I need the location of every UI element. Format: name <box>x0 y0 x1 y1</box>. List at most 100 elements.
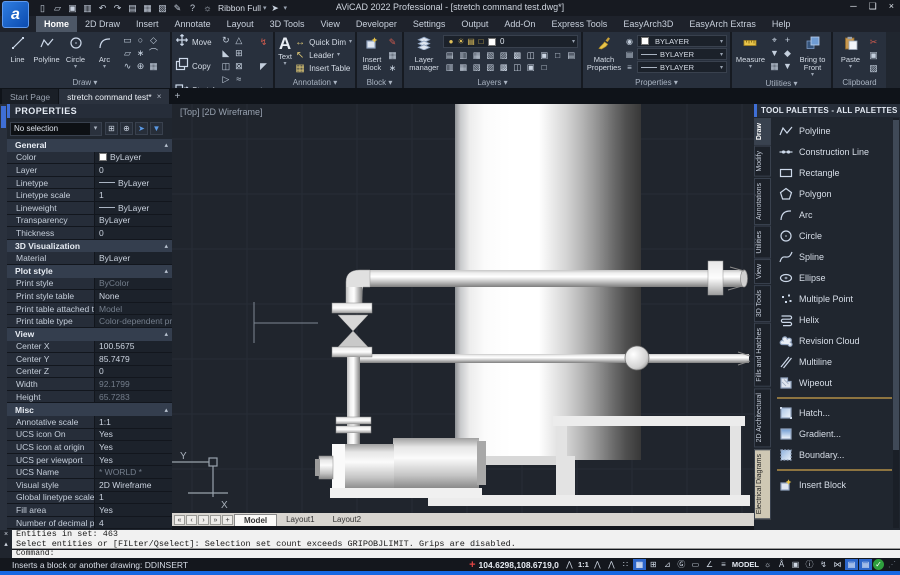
insert-block-button[interactable]: Insert Block <box>360 34 384 77</box>
ribbon-mode-switch[interactable]: Ribbon Full <box>218 3 261 13</box>
menu-tab[interactable]: Add-On <box>496 16 543 32</box>
ribbon-tool-button[interactable]: Polyline <box>32 34 61 77</box>
palette-tool[interactable]: Arc <box>775 204 900 225</box>
menu-tab[interactable]: Settings <box>405 16 454 32</box>
lineweight-display-icon[interactable]: ≡ <box>717 559 730 570</box>
property-row[interactable]: Print table type Color-dependent prin... <box>7 315 172 328</box>
maximize-button[interactable]: ❑ <box>869 1 877 12</box>
utility-tool-icon[interactable]: ⌖ <box>768 34 781 47</box>
palette-tool[interactable]: Construction Line <box>775 141 900 162</box>
block-side-tool-icon[interactable]: ▦ <box>386 49 399 62</box>
utility-tool-icon[interactable]: ▼ <box>768 47 781 60</box>
property-value[interactable]: 1 <box>95 189 172 201</box>
property-row[interactable]: Lineweight ByLayer <box>7 202 172 215</box>
property-value[interactable]: Yes <box>95 429 172 441</box>
property-row[interactable]: Print style ByColor <box>7 278 172 291</box>
expand-command-icon[interactable]: ▴ <box>4 540 8 548</box>
layer-tool-icon[interactable]: □ <box>538 61 552 73</box>
flyout-arrow-icon[interactable]: ▾ <box>284 62 287 67</box>
panel-label-draw[interactable]: Draw ▾ <box>0 77 170 88</box>
palette-tool[interactable]: Wipeout <box>775 372 900 393</box>
layer-state-icon[interactable]: ● <box>446 35 456 48</box>
property-row[interactable]: Fill area Yes <box>7 504 172 517</box>
brush-icon[interactable]: ✎ <box>171 2 184 15</box>
block-side-tool-icon[interactable]: ✎ <box>386 36 399 49</box>
property-value[interactable]: ByLayer <box>95 252 172 264</box>
isolate-objects-icon[interactable]: ⋈ <box>831 559 844 570</box>
palette-tool[interactable]: Polygon <box>775 183 900 204</box>
property-row[interactable]: Center Z 0 <box>7 366 172 379</box>
menu-tab[interactable]: Layout <box>219 16 262 32</box>
chevron-down-icon[interactable]: ▾ <box>720 51 723 58</box>
redo-icon[interactable]: ↷ <box>111 2 124 15</box>
palette-tool[interactable]: Circle <box>775 225 900 246</box>
palette-scrollbar[interactable] <box>893 118 899 528</box>
property-value[interactable]: 0 <box>95 164 172 176</box>
resize-grip[interactable]: ⋰ <box>888 560 896 569</box>
color-control[interactable]: ◉ BYLAYER▾ <box>624 35 727 47</box>
layer-tool-icon[interactable]: ◫ <box>524 49 538 61</box>
paste-button[interactable]: Paste ▾ <box>836 34 865 77</box>
quick-select-icon[interactable]: ⊞ <box>105 122 118 135</box>
menu-tab[interactable]: Insert <box>128 16 167 32</box>
save-as-icon[interactable]: ▥ <box>81 2 94 15</box>
flyout-arrow-icon[interactable]: ▾ <box>849 65 852 70</box>
info-icon[interactable]: ⓘ <box>803 559 816 570</box>
panel-label-properties[interactable]: Properties ▾ <box>583 77 730 88</box>
filter-icon[interactable]: ▼ <box>150 122 163 135</box>
palette-tool[interactable]: Rectangle <box>775 162 900 183</box>
property-value[interactable]: Yes <box>95 504 172 516</box>
new-layout-icon[interactable]: + <box>222 515 233 525</box>
annotation-scale-value[interactable]: 1:1 <box>577 559 590 570</box>
palette-tool[interactable]: Polyline <box>775 120 900 141</box>
object-snap-tracking-icon[interactable]: ∠ <box>703 559 716 570</box>
modify-side-tool-icon[interactable]: ↯ <box>257 36 270 49</box>
draw-tool-icon[interactable]: ▱ <box>121 47 134 60</box>
layer-tool-icon[interactable]: ▤ <box>565 49 579 61</box>
ribbon-tool-button[interactable]: Copy <box>175 60 217 73</box>
layer-tool-icon[interactable]: ▦ <box>470 49 484 61</box>
prev-layout-icon[interactable]: ‹ <box>186 515 197 525</box>
palette-tab[interactable]: View <box>754 259 771 284</box>
command-history[interactable]: Entities in set: 463 Select entities or … <box>12 530 900 549</box>
palette-tool[interactable]: Revision Cloud <box>775 330 900 351</box>
draw-tool-icon[interactable]: ⌒ <box>147 47 160 60</box>
command-list-icon[interactable]: ▤ <box>859 559 872 570</box>
menu-tab[interactable]: 3D Tools <box>262 16 313 32</box>
workspace-switch-icon[interactable]: ☼ <box>761 559 774 570</box>
property-value[interactable]: * WORLD * <box>95 466 172 478</box>
measure-button[interactable]: Measure ▾ <box>735 34 766 78</box>
minimize-button[interactable]: ─ <box>850 1 856 12</box>
ribbon-tool-button[interactable]: Move <box>175 36 217 49</box>
menu-tab[interactable]: EasyArch Extras <box>681 16 764 32</box>
property-value[interactable]: Yes <box>95 441 172 453</box>
property-row[interactable]: Center X 100.5675 <box>7 341 172 354</box>
draw-tool-icon[interactable]: ◇ <box>147 34 160 47</box>
collapse-icon[interactable]: ▴ <box>164 406 168 414</box>
clipboard-tool-icon[interactable]: ▨ <box>867 62 880 75</box>
property-row[interactable]: UCS Name * WORLD * <box>7 466 172 479</box>
layout-tab[interactable]: Model <box>234 514 277 526</box>
lineweight-control[interactable]: ≡ BYLAYER▾ <box>624 61 727 73</box>
save-icon[interactable]: ▣ <box>66 2 79 15</box>
last-layout-icon[interactable]: » <box>210 515 221 525</box>
open-file-icon[interactable]: ▱ <box>51 2 64 15</box>
new-file-icon[interactable]: ▯ <box>36 2 49 15</box>
close-command-icon[interactable]: × <box>4 531 8 538</box>
menu-tab[interactable]: Developer <box>348 16 405 32</box>
layer-tool-icon[interactable]: ▧ <box>470 61 484 73</box>
panel-label-layers[interactable]: Layers ▾ <box>404 77 581 88</box>
select-objects-icon[interactable]: ⊕ <box>120 122 133 135</box>
ball-valve[interactable] <box>625 346 649 370</box>
menu-tab[interactable]: EasyArch3D <box>615 16 681 32</box>
properties-palette-title[interactable]: PROPERTIES <box>7 104 172 118</box>
property-value[interactable]: 0 <box>95 366 172 378</box>
collapse-icon[interactable]: ▴ <box>164 141 168 149</box>
layer-tool-icon[interactable]: ▩ <box>497 61 511 73</box>
property-row[interactable]: Annotative scale 1:1 <box>7 416 172 429</box>
annotate-visibility-icon[interactable]: ⋀ <box>591 559 604 570</box>
layer-tool-icon[interactable]: ▤ <box>443 49 457 61</box>
property-value[interactable]: 1 <box>95 492 172 504</box>
flyout-arrow-icon[interactable]: ▾ <box>749 65 752 70</box>
property-row[interactable]: Material ByLayer <box>7 252 172 265</box>
